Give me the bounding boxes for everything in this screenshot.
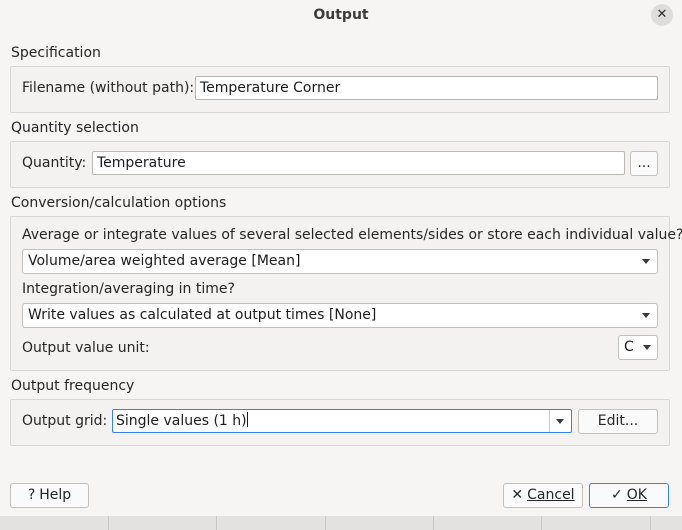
- quantity-group: Quantity: Temperature ...: [10, 141, 670, 188]
- unit-select[interactable]: C: [618, 335, 658, 360]
- specification-heading: Specification: [11, 45, 101, 61]
- ok-label: OK: [626, 487, 647, 503]
- edit-grid-button[interactable]: Edit...: [578, 409, 658, 434]
- time-question-label: Integration/averaging in time?: [22, 281, 235, 297]
- close-button[interactable]: ✕: [651, 4, 673, 26]
- quantity-input[interactable]: Temperature: [92, 151, 625, 175]
- ok-button[interactable]: ✓ OK: [589, 483, 669, 508]
- combo-divider: [549, 410, 550, 432]
- output-frequency-group: Output grid: Single values (1 h) Edit...: [10, 399, 670, 446]
- output-grid-combo[interactable]: Single values (1 h): [112, 409, 572, 433]
- quantity-label: Quantity:: [22, 155, 87, 171]
- time-mode-select[interactable]: Write values as calculated at output tim…: [22, 303, 658, 328]
- cancel-label: Cancel: [527, 487, 575, 503]
- chevron-down-icon: [642, 259, 650, 264]
- output-grid-label: Output grid:: [22, 413, 108, 429]
- help-label: Help: [39, 487, 72, 503]
- average-question-label: Average or integrate values of several s…: [22, 227, 682, 243]
- specification-group: Filename (without path): Temperature Cor…: [10, 66, 670, 113]
- grid-line: [433, 516, 434, 530]
- conversion-group: Average or integrate values of several s…: [10, 216, 682, 371]
- checkmark-icon: ✓: [611, 487, 623, 503]
- help-button[interactable]: ? Help: [10, 483, 89, 508]
- browse-quantity-button[interactable]: ...: [630, 151, 658, 176]
- time-mode-value: Write values as calculated at output tim…: [28, 307, 377, 323]
- output-dialog: Output ✕ Specification Filename (without…: [0, 0, 682, 517]
- grid-line: [325, 516, 326, 530]
- unit-label: Output value unit:: [22, 340, 150, 356]
- chevron-down-icon: [643, 345, 651, 350]
- help-icon: ?: [27, 487, 36, 503]
- title-bar: Output ✕: [0, 0, 682, 30]
- dialog-title: Output: [313, 7, 369, 23]
- average-mode-select[interactable]: Volume/area weighted average [Mean]: [22, 249, 658, 274]
- chevron-down-icon: [556, 419, 564, 424]
- output-frequency-heading: Output frequency: [11, 378, 135, 394]
- grid-line: [216, 516, 217, 530]
- cancel-icon: ✕: [511, 487, 524, 503]
- filename-label: Filename (without path):: [22, 80, 195, 96]
- filename-input[interactable]: Temperature Corner: [195, 76, 658, 100]
- grid-line: [108, 516, 109, 530]
- unit-value: C: [624, 339, 634, 355]
- background-window-strip: [0, 516, 682, 530]
- cancel-button[interactable]: ✕ Cancel: [503, 483, 583, 508]
- conversion-heading: Conversion/calculation options: [11, 195, 227, 211]
- text-cursor: [246, 412, 248, 427]
- quantity-selection-heading: Quantity selection: [11, 120, 139, 136]
- grid-line: [650, 516, 651, 530]
- close-icon: ✕: [656, 7, 668, 22]
- average-mode-value: Volume/area weighted average [Mean]: [28, 253, 301, 269]
- grid-line: [541, 516, 542, 530]
- output-grid-value: Single values (1 h): [116, 413, 247, 429]
- chevron-down-icon: [642, 313, 650, 318]
